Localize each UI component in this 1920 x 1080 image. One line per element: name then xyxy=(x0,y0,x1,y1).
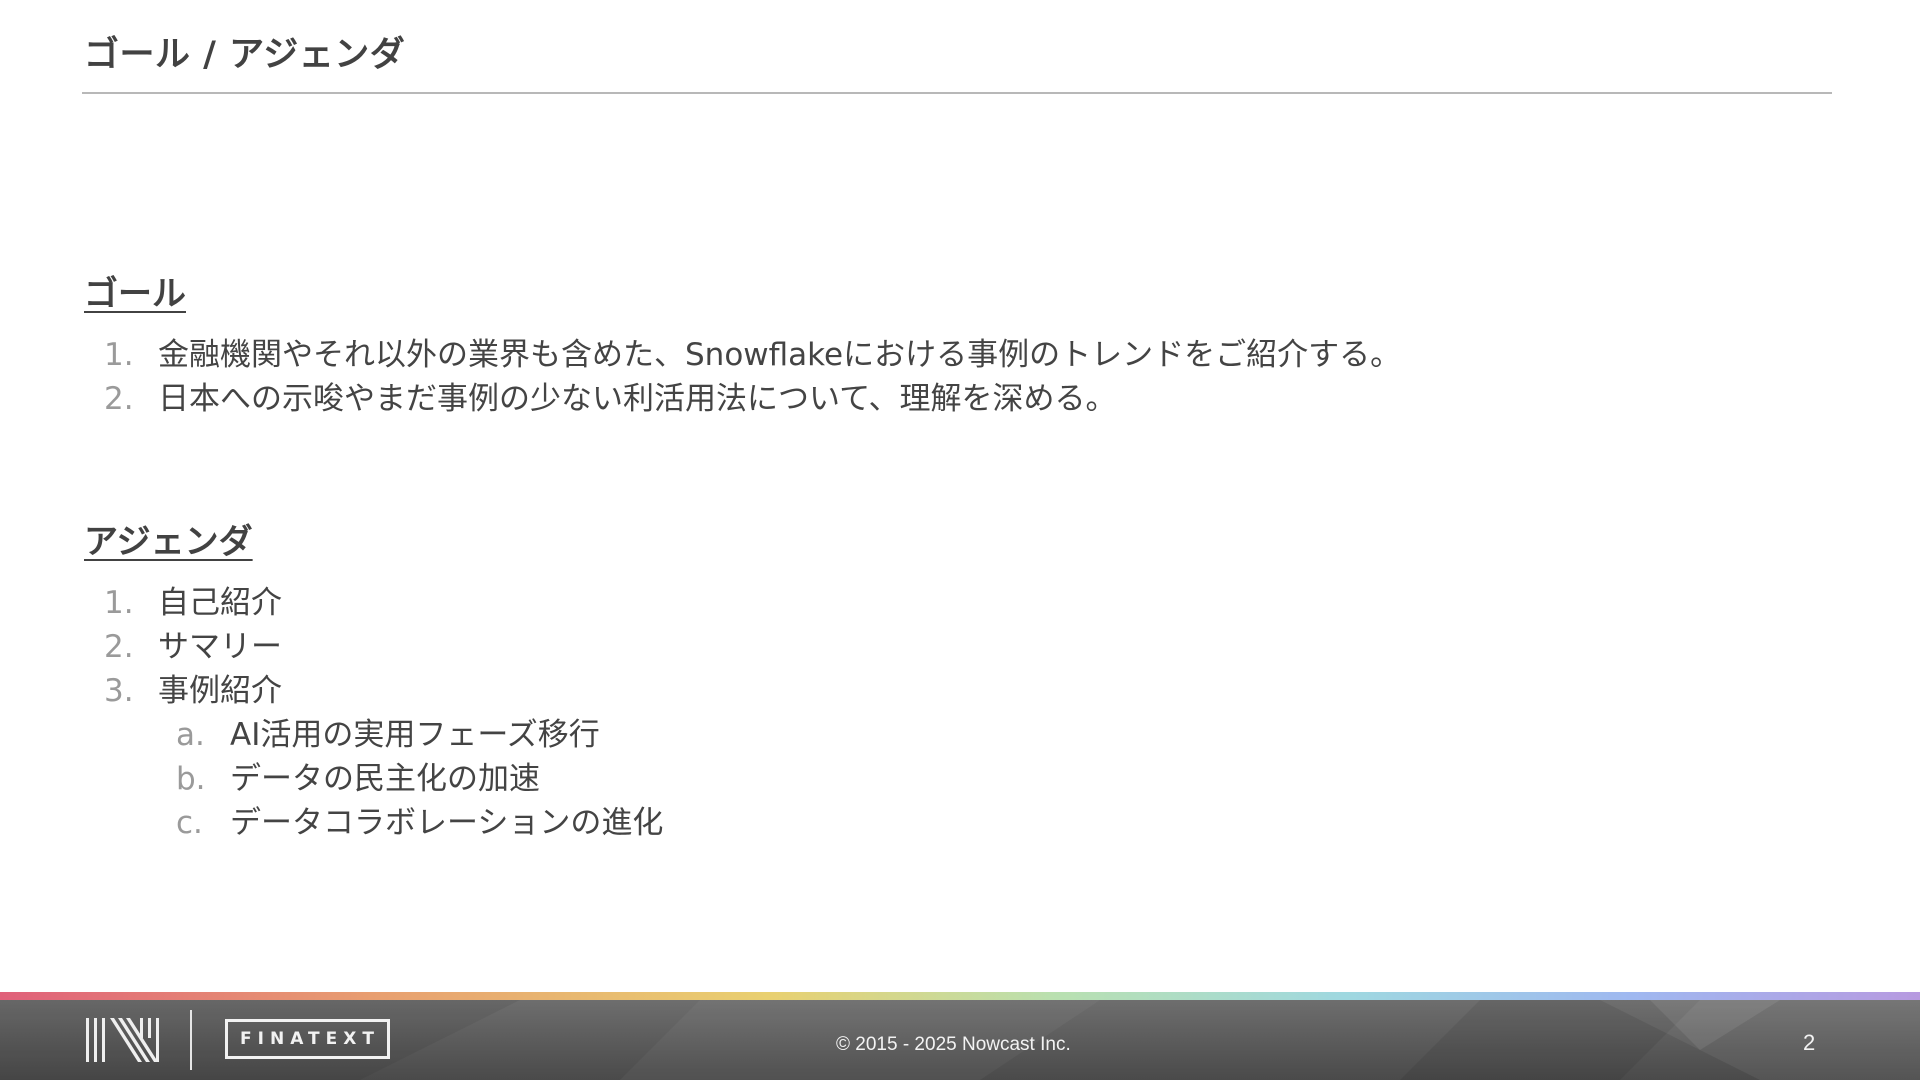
title-divider xyxy=(82,92,1832,94)
slide-title: ゴール / アジェンダ xyxy=(84,35,406,75)
goal-list: 1. 金融機関やそれ以外の業界も含めた、Snowflakeにおける事例のトレンド… xyxy=(104,333,1401,421)
list-number: 1. xyxy=(104,585,134,621)
copyright-text: © 2015 - 2025 Nowcast Inc. xyxy=(836,1034,1071,1055)
list-number: 3. xyxy=(104,673,134,709)
finatext-logo: FINATEXT xyxy=(225,1019,390,1059)
list-number: 2. xyxy=(104,381,134,417)
list-item-text: データの民主化の加速 xyxy=(230,761,540,797)
footer-bar: FINATEXT © 2015 - 2025 Nowcast Inc. 2 xyxy=(0,1000,1920,1080)
sub-list-item: b. データの民主化の加速 xyxy=(104,757,663,801)
list-item-text: データコラボレーションの進化 xyxy=(230,805,664,841)
list-item: 2. サマリー xyxy=(104,625,663,669)
list-item-text: 自己紹介 xyxy=(158,585,282,621)
sub-list-item: c. データコラボレーションの進化 xyxy=(104,801,663,845)
list-item: 1. 自己紹介 xyxy=(104,581,663,625)
list-item: 2. 日本への示唆やまだ事例の少ない利活用法について、理解を深める。 xyxy=(104,377,1401,421)
list-number: 2. xyxy=(104,629,134,665)
list-letter: a. xyxy=(176,717,205,753)
list-item: 1. 金融機関やそれ以外の業界も含めた、Snowflakeにおける事例のトレンド… xyxy=(104,333,1401,377)
list-letter: b. xyxy=(176,761,206,797)
goal-heading: ゴール xyxy=(84,274,186,314)
list-item: 3. 事例紹介 xyxy=(104,669,663,713)
list-item-text: 事例紹介 xyxy=(158,673,282,709)
page-number: 2 xyxy=(1803,1030,1816,1055)
logo-divider xyxy=(190,1010,192,1070)
agenda-heading: アジェンダ xyxy=(84,522,253,562)
nowcast-logo-icon xyxy=(86,1018,159,1062)
footer-gradient-stripe xyxy=(0,992,1920,1000)
list-number: 1. xyxy=(104,337,134,373)
agenda-list: 1. 自己紹介 2. サマリー 3. 事例紹介 a. AI活用の実用フェーズ移行… xyxy=(104,581,663,845)
slide: ゴール / アジェンダ ゴール 1. 金融機関やそれ以外の業界も含めた、Snow… xyxy=(0,0,1920,1080)
list-item-text: サマリー xyxy=(158,629,282,665)
sub-list-item: a. AI活用の実用フェーズ移行 xyxy=(104,713,663,757)
list-item-text: 日本への示唆やまだ事例の少ない利活用法について、理解を深める。 xyxy=(158,381,1117,417)
list-letter: c. xyxy=(176,805,203,841)
list-item-text: 金融機関やそれ以外の業界も含めた、Snowflakeにおける事例のトレンドをご紹… xyxy=(158,337,1402,373)
footer: FINATEXT © 2015 - 2025 Nowcast Inc. 2 xyxy=(0,992,1920,1080)
list-item-text: AI活用の実用フェーズ移行 xyxy=(230,717,600,753)
